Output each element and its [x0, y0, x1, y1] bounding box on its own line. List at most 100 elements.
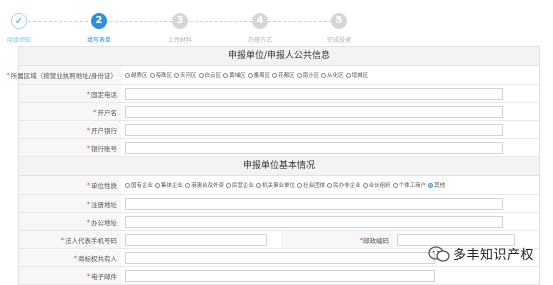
phone-input[interactable] — [125, 87, 503, 100]
office-address-row: * 办公地址 — [19, 213, 539, 231]
reg-address-label: 注册地址 — [91, 200, 117, 209]
region-radio-group: 越秀区 海珠区 天河区 白云区 黄埔区 番禺区 花都区 南沙区 从化区 增城区 — [125, 71, 370, 79]
trademark-owner-label: 商标权共有人 — [78, 254, 117, 263]
region-option-label: 花都区 — [278, 73, 295, 79]
nature-option[interactable]: 合伙组织 — [362, 181, 391, 189]
email-input[interactable] — [125, 269, 435, 282]
nature-option[interactable]: 民营企业 — [226, 181, 254, 189]
nature-option[interactable]: 社会团体 — [297, 181, 325, 189]
region-option-label: 黄埔区 — [229, 73, 246, 79]
check-icon: ✓ — [11, 13, 27, 29]
nature-option[interactable]: 个体工商户 — [392, 181, 427, 189]
nature-option-label: 机关事业单位 — [262, 183, 296, 189]
region-option[interactable]: 番禺区 — [247, 71, 271, 79]
nature-option-label: 其他 — [434, 183, 446, 189]
nature-option[interactable]: 其他 — [428, 181, 445, 189]
nature-option-label: 集体企业 — [161, 183, 184, 189]
radio-button-icon[interactable] — [247, 72, 253, 78]
nature-option-label: 国有企业 — [131, 183, 154, 189]
radio-button-icon[interactable] — [198, 72, 204, 78]
radio-button-icon[interactable] — [223, 72, 229, 78]
nature-option-label: 社会团体 — [303, 183, 326, 189]
bank-input[interactable] — [125, 123, 503, 136]
region-option-label: 增城区 — [351, 73, 369, 79]
step-2-label: 填写表单 — [86, 37, 111, 44]
region-option[interactable]: 白云区 — [198, 71, 222, 79]
nature-option[interactable]: 民办非企业 — [327, 181, 361, 189]
watermark: 多丰知识产权 — [428, 244, 534, 263]
progress-stepper: ✓ 阅读须知 2 填写表单 3 上传材料 4 办理方式 5 完成投递 — [0, 0, 553, 46]
phone-row: * 固定电话 — [19, 85, 539, 103]
step-3-number: 3 — [172, 13, 188, 29]
region-label: * 所属区域（按营业执照地址/身份证） — [7, 66, 121, 84]
nature-radio-group: 国有企业 集体企业 港澳台及外资 民营企业 机关事业单位 社会团体 民办非企业 合伙组织 个体工… — [125, 181, 447, 189]
radio-button-icon[interactable] — [321, 72, 327, 78]
bank-account-row: * 银行账号 — [19, 139, 539, 157]
wechat-icon — [428, 245, 450, 262]
account-name-input[interactable] — [125, 105, 503, 118]
trademark-owner-input[interactable] — [125, 251, 435, 264]
reg-address-input[interactable] — [125, 197, 503, 210]
region-option-label: 白云区 — [204, 73, 222, 79]
radio-button-icon[interactable] — [345, 72, 351, 78]
section-title-public-info: 申报单位/申报人公共信息 — [19, 47, 539, 66]
radio-button-icon[interactable] — [149, 72, 155, 78]
step-3: 3 上传材料 — [150, 13, 210, 44]
nature-option[interactable]: 港澳台及外资 — [185, 181, 224, 189]
step-2-number: 2 — [91, 13, 107, 29]
bank-account-input[interactable] — [125, 141, 503, 154]
step-5: 5 完成投递 — [309, 13, 369, 44]
radio-button-icon[interactable] — [125, 182, 130, 188]
office-address-input[interactable] — [125, 215, 503, 228]
radio-button-icon[interactable] — [155, 182, 161, 188]
radio-button-icon[interactable] — [327, 182, 333, 188]
bank-row: * 开户银行 — [19, 121, 539, 139]
reg-address-row: * 注册地址 — [19, 195, 539, 213]
region-option[interactable]: 花都区 — [272, 71, 295, 79]
nature-option-label: 个体工商户 — [398, 183, 427, 189]
step-1-label: 阅读须知 — [6, 37, 31, 44]
radio-button-icon[interactable] — [185, 182, 191, 188]
region-option[interactable]: 黄埔区 — [223, 71, 246, 79]
region-row: * 所属区域（按营业执照地址/身份证） 越秀区 海珠区 天河区 白云区 黄埔区 番禺区 花都区… — [7, 66, 539, 85]
region-option[interactable]: 从化区 — [321, 71, 344, 79]
step-4-label: 办理方式 — [247, 37, 272, 44]
region-option-label: 越秀区 — [131, 73, 148, 79]
bank-label: 开户银行 — [91, 126, 117, 135]
nature-option[interactable]: 国有企业 — [125, 181, 153, 189]
step-5-label: 完成投递 — [326, 37, 351, 44]
nature-option[interactable]: 集体企业 — [155, 181, 183, 189]
radio-button-icon[interactable] — [125, 72, 130, 78]
region-option[interactable]: 天河区 — [174, 71, 197, 79]
region-option[interactable]: 海珠区 — [149, 71, 172, 79]
radio-button-icon[interactable] — [428, 182, 434, 188]
postcode-label: 邮政编码 — [363, 236, 389, 245]
radio-button-icon[interactable] — [392, 182, 398, 188]
radio-button-icon[interactable] — [362, 182, 368, 188]
office-address-label: 办公地址 — [91, 218, 117, 227]
email-row: * 电子邮件 — [19, 267, 539, 285]
step-3-label: 上传材料 — [167, 37, 192, 44]
radio-button-icon[interactable] — [174, 72, 180, 78]
radio-button-icon[interactable] — [226, 182, 232, 188]
nature-option[interactable]: 机关事业单位 — [256, 181, 295, 189]
step-4-number: 4 — [252, 13, 268, 29]
region-option[interactable]: 增城区 — [345, 71, 369, 79]
region-option-label: 南沙区 — [302, 73, 320, 79]
account-name-label: 开户名 — [97, 108, 118, 117]
region-option-label: 从化区 — [327, 73, 344, 79]
nature-option-label: 港澳台及外资 — [191, 183, 225, 189]
region-option[interactable]: 越秀区 — [125, 71, 148, 79]
step-5-number: 5 — [331, 13, 347, 29]
radio-button-icon[interactable] — [297, 182, 303, 188]
radio-button-icon[interactable] — [256, 182, 262, 188]
legal-phone-input[interactable] — [125, 233, 267, 246]
region-option[interactable]: 南沙区 — [296, 71, 320, 79]
phone-label: 固定电话 — [91, 90, 117, 99]
region-option-label: 番禺区 — [253, 73, 271, 79]
radio-button-icon[interactable] — [272, 72, 278, 78]
step-2: 2 填写表单 — [69, 13, 129, 44]
email-label: 电子邮件 — [91, 272, 117, 281]
region-option-label: 天河区 — [180, 73, 197, 79]
radio-button-icon[interactable] — [296, 72, 302, 78]
